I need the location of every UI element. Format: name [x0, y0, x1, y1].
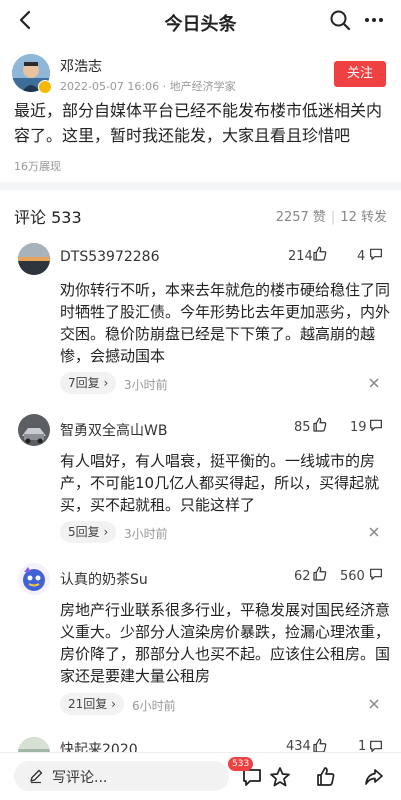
replies-button[interactable]: 21回复 ›: [60, 693, 124, 715]
reply-bubble-icon[interactable]: [368, 246, 384, 262]
thumbs-up-icon[interactable]: [311, 245, 329, 263]
replies-button[interactable]: 7回复 ›: [60, 372, 117, 394]
pen-icon: [30, 769, 43, 784]
post-meta: 2022-05-07 16:06 · 地产经济学家: [60, 80, 236, 93]
commenter-name[interactable]: 智勇双全高山WB: [60, 420, 167, 440]
likes-stat[interactable]: 2257 赞: [276, 210, 326, 225]
close-icon[interactable]: [368, 377, 380, 389]
star-icon[interactable]: [268, 765, 292, 789]
comment-item: 快起来2020 434 1: [0, 737, 401, 752]
comment-reply-short: 19: [350, 420, 367, 435]
comment-text: 劝你转行不听，本来去年就危的楼市硬给稳住了同时牺牲了股汇债。今年形势比去年更加恶…: [60, 281, 391, 365]
verified-badge: [38, 80, 52, 94]
search-icon[interactable]: [328, 8, 352, 32]
thumbs-up-icon[interactable]: [314, 765, 338, 789]
reply-bubble-icon[interactable]: [368, 417, 384, 433]
follow-button[interactable]: 关注: [334, 61, 386, 87]
comment-like-count: 434: [286, 739, 311, 752]
commenter-avatar[interactable]: [18, 563, 50, 595]
comments-header: 评论 533 2257 赞 | 12 转发: [0, 200, 401, 230]
reply-bubble-icon[interactable]: [368, 738, 384, 752]
thumbs-up-icon[interactable]: [311, 565, 329, 583]
commenter-name[interactable]: 快起来2020: [60, 739, 138, 752]
write-comment-placeholder: 写评论...: [52, 770, 108, 786]
commenter-name[interactable]: DTS53972286: [60, 249, 159, 265]
top-bar: 今日头条: [0, 0, 401, 44]
comment-item: 智勇双全高山WB 85 19 有人唱好，有人唱衰，挺平衡的。一线城市的房产，不可…: [0, 414, 401, 554]
comments-count-label: 评论 533: [14, 208, 82, 227]
comment-time: 3小时前: [124, 527, 168, 541]
reposts-stat[interactable]: 12 转发: [340, 210, 387, 225]
comment-like-count: 85: [294, 420, 311, 435]
author-name[interactable]: 邓浩志: [60, 56, 102, 76]
comment-text: 房地产行业联系很多行业，平稳发展对国民经济意义重大。少部分人渲染房价暴跌，捡漏心…: [60, 601, 391, 685]
comment-time: 3小时前: [124, 378, 168, 392]
comment-text: 有人唱好，有人唱衰，挺平衡的。一线城市的房产，不可能10几亿人都买得起，所以，买…: [60, 452, 380, 514]
share-icon[interactable]: [362, 765, 386, 789]
comment-time: 6小时前: [132, 699, 176, 713]
view-count: 16万展现: [14, 160, 61, 173]
comment-item: DTS53972286 214 4 劝你转行不听，本来去年就危的楼市硬给稳住了同…: [0, 243, 401, 394]
thumbs-up-icon[interactable]: [311, 737, 329, 752]
comment-reply-short: 560: [340, 569, 365, 584]
section-divider: [0, 182, 401, 190]
reply-bubble-icon[interactable]: [368, 566, 384, 582]
post-stats: 2257 赞 | 12 转发: [275, 210, 387, 225]
more-dots-icon[interactable]: [362, 8, 386, 32]
comment-count-badge: 533: [228, 757, 254, 771]
commenter-name[interactable]: 认真的奶茶Su: [60, 569, 148, 589]
write-comment-input[interactable]: 写评论...: [14, 761, 229, 791]
comment-like-count: 62: [294, 569, 311, 584]
commenter-avatar[interactable]: [18, 243, 50, 275]
close-icon[interactable]: [368, 698, 380, 710]
close-icon[interactable]: [368, 526, 380, 538]
replies-button[interactable]: 5回复 ›: [60, 521, 117, 543]
commenter-avatar[interactable]: [18, 414, 50, 446]
comment-item: 认真的奶茶Su 62 560 房地产行业联系很多行业，平稳发展对国民经济意义重大…: [0, 563, 401, 723]
thumbs-up-icon[interactable]: [311, 416, 329, 434]
comment-reply-short: 1: [358, 739, 367, 752]
post-text: 最近，部分自媒体平台已经不能发布楼市低迷相关内容了。这里，暂时我还能发，大家且看…: [14, 101, 383, 145]
comment-like-count: 214: [288, 249, 313, 264]
bottom-bar: 写评论... 533: [0, 752, 401, 800]
commenter-avatar[interactable]: [18, 737, 50, 752]
comment-reply-short: 4: [357, 249, 366, 264]
